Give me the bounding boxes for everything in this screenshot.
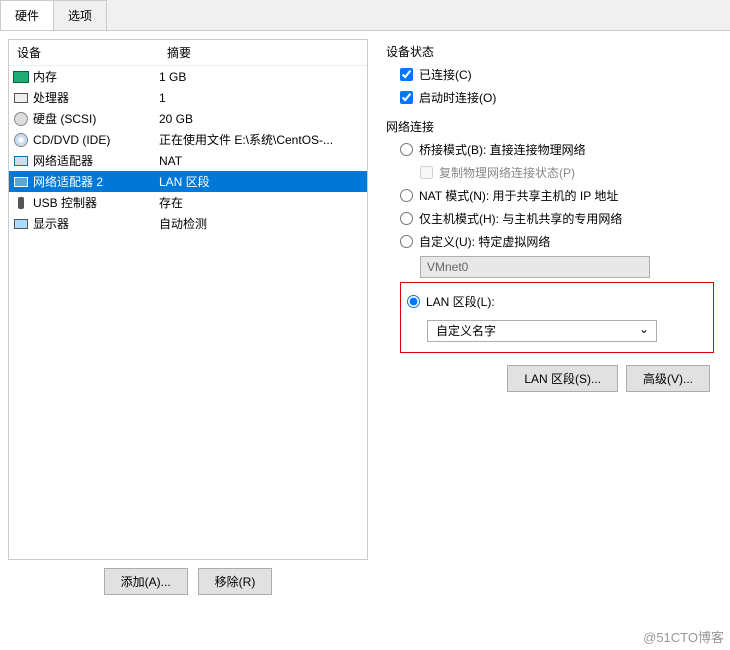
device-summary: 存在 — [159, 194, 363, 211]
custom-label: 自定义(U): 特定虚拟网络 — [419, 233, 550, 250]
lan-segments-button[interactable]: LAN 区段(S)... — [507, 365, 618, 392]
device-row-memory[interactable]: 内存 1 GB — [9, 66, 367, 87]
lan-segment-label: LAN 区段(L): — [426, 293, 495, 310]
replicate-label: 复制物理网络连接状态(P) — [439, 164, 575, 181]
device-list: 设备 摘要 内存 1 GB 处理器 1 硬盘 (SCSI) 20 GB CD/D… — [8, 39, 368, 560]
device-status-title: 设备状态 — [386, 43, 714, 60]
device-row-net2[interactable]: 网络适配器 2 LAN 区段 — [9, 171, 367, 192]
network-connection-title: 网络连接 — [386, 118, 714, 135]
cpu-icon — [13, 90, 29, 106]
device-row-usb[interactable]: USB 控制器 存在 — [9, 192, 367, 213]
connected-label: 已连接(C) — [419, 66, 472, 83]
bridged-label: 桥接模式(B): 直接连接物理网络 — [419, 141, 586, 158]
hdd-icon — [13, 111, 29, 127]
add-button[interactable]: 添加(A)... — [104, 568, 188, 595]
network-icon — [13, 174, 29, 190]
device-name: USB 控制器 — [33, 194, 97, 211]
main-content: 设备 摘要 内存 1 GB 处理器 1 硬盘 (SCSI) 20 GB CD/D… — [0, 31, 730, 611]
device-summary: 正在使用文件 E:\系统\CentOS-... — [159, 131, 363, 148]
device-summary: NAT — [159, 154, 363, 168]
nat-label: NAT 模式(N): 用于共享主机的 IP 地址 — [419, 187, 618, 204]
network-icon — [13, 153, 29, 169]
hostonly-radio[interactable] — [400, 212, 413, 225]
device-row-cpu[interactable]: 处理器 1 — [9, 87, 367, 108]
advanced-button[interactable]: 高级(V)... — [626, 365, 710, 392]
device-name: CD/DVD (IDE) — [33, 133, 110, 147]
network-connection-group: 网络连接 桥接模式(B): 直接连接物理网络 复制物理网络连接状态(P) NAT… — [386, 118, 714, 353]
device-summary: 自动检测 — [159, 215, 363, 232]
device-summary: LAN 区段 — [159, 173, 363, 190]
device-summary: 1 — [159, 91, 363, 105]
device-row-display[interactable]: 显示器 自动检测 — [9, 213, 367, 234]
device-row-net1[interactable]: 网络适配器 NAT — [9, 150, 367, 171]
usb-icon — [13, 195, 29, 211]
lan-segment-highlight: LAN 区段(L): 自定义名字 — [400, 282, 714, 353]
tab-options[interactable]: 选项 — [53, 0, 107, 30]
device-summary: 20 GB — [159, 112, 363, 126]
device-summary: 1 GB — [159, 70, 363, 84]
tab-hardware[interactable]: 硬件 — [0, 0, 54, 30]
device-row-cd[interactable]: CD/DVD (IDE) 正在使用文件 E:\系统\CentOS-... — [9, 129, 367, 150]
memory-icon — [13, 69, 29, 85]
replicate-checkbox — [420, 166, 433, 179]
header-summary[interactable]: 摘要 — [167, 44, 191, 61]
connect-at-poweron-checkbox[interactable] — [400, 91, 413, 104]
network-buttons: LAN 区段(S)... 高级(V)... — [386, 365, 714, 392]
lan-segment-radio[interactable] — [407, 295, 420, 308]
custom-vmnet-select: VMnet0 — [420, 256, 650, 278]
cd-icon — [13, 132, 29, 148]
nat-radio[interactable] — [400, 189, 413, 202]
hostonly-label: 仅主机模式(H): 与主机共享的专用网络 — [419, 210, 622, 227]
bridged-radio[interactable] — [400, 143, 413, 156]
device-status-group: 设备状态 已连接(C) 启动时连接(O) — [386, 43, 714, 106]
watermark: @51CTO博客 — [643, 627, 724, 646]
lan-segment-select-wrap: 自定义名字 — [427, 320, 657, 342]
device-list-header: 设备 摘要 — [9, 40, 367, 66]
connect-at-poweron-label: 启动时连接(O) — [419, 89, 496, 106]
device-name: 显示器 — [33, 215, 69, 232]
right-panel: 设备状态 已连接(C) 启动时连接(O) 网络连接 桥接模式(B): 直接连接物… — [378, 39, 722, 603]
device-name: 网络适配器 — [33, 152, 93, 169]
header-device[interactable]: 设备 — [17, 44, 167, 61]
custom-radio[interactable] — [400, 235, 413, 248]
monitor-icon — [13, 216, 29, 232]
device-name: 处理器 — [33, 89, 69, 106]
device-buttons: 添加(A)... 移除(R) — [8, 560, 368, 603]
device-name: 内存 — [33, 68, 57, 85]
lan-segment-select[interactable]: 自定义名字 — [427, 320, 657, 342]
remove-button[interactable]: 移除(R) — [198, 568, 273, 595]
device-name: 硬盘 (SCSI) — [33, 110, 96, 127]
device-name: 网络适配器 2 — [33, 173, 103, 190]
left-panel: 设备 摘要 内存 1 GB 处理器 1 硬盘 (SCSI) 20 GB CD/D… — [8, 39, 368, 603]
device-row-hdd[interactable]: 硬盘 (SCSI) 20 GB — [9, 108, 367, 129]
tabs-bar: 硬件 选项 — [0, 0, 730, 31]
connected-checkbox[interactable] — [400, 68, 413, 81]
